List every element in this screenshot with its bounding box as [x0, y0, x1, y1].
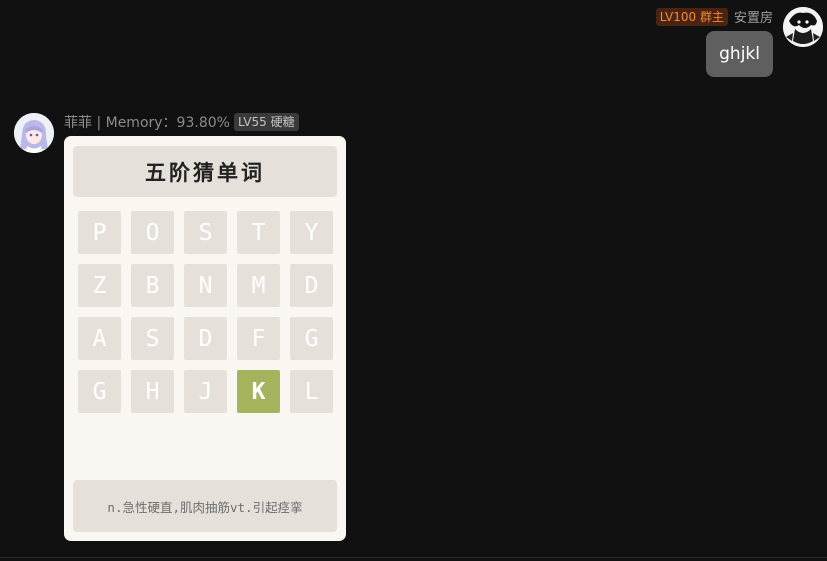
letter-tile-correct: K	[237, 370, 280, 413]
letter-tile: Y	[290, 211, 333, 254]
letter-tile: D	[184, 317, 227, 360]
letter-tile: N	[184, 264, 227, 307]
letter-grid: POSTYZBNMDASDFGGHJKL	[78, 211, 333, 413]
letter-tile: F	[237, 317, 280, 360]
letter-tile: S	[184, 211, 227, 254]
letter-tile: H	[131, 370, 174, 413]
letter-tile: M	[237, 264, 280, 307]
letter-tile: S	[131, 317, 174, 360]
game-title: 五阶猜单词	[73, 146, 337, 197]
avatar[interactable]	[783, 7, 823, 47]
word-hint: n.急性硬直,肌肉抽筋vt.引起痉挛	[73, 480, 337, 532]
letter-tile: T	[237, 211, 280, 254]
level-badge: LV55 硬糖	[233, 113, 299, 131]
letter-tile: P	[78, 211, 121, 254]
bot-avatar-icon	[14, 113, 54, 153]
message-header-bot: 菲菲 | Memory：93.80% LV55 硬糖	[64, 112, 299, 132]
letter-tile: L	[290, 370, 333, 413]
letter-tile: G	[78, 370, 121, 413]
sender-name[interactable]: 安置房	[734, 7, 773, 26]
user-avatar-icon	[783, 7, 823, 47]
message-bubble[interactable]: ghjkl	[706, 31, 773, 77]
bottom-divider	[0, 557, 827, 558]
letter-tile: D	[290, 264, 333, 307]
letter-tile: A	[78, 317, 121, 360]
letter-tile: B	[131, 264, 174, 307]
letter-tile: Z	[78, 264, 121, 307]
sender-name[interactable]: 菲菲 | Memory：93.80%	[64, 112, 230, 132]
message-header-user: LV100 群主 安置房	[655, 7, 773, 26]
letter-tile: J	[184, 370, 227, 413]
word-game-card[interactable]: 五阶猜单词 POSTYZBNMDASDFGGHJKL n.急性硬直,肌肉抽筋vt…	[64, 136, 346, 541]
owner-level-badge: LV100 群主	[655, 7, 728, 26]
letter-tile: O	[131, 211, 174, 254]
letter-tile: G	[290, 317, 333, 360]
avatar[interactable]	[14, 113, 54, 153]
